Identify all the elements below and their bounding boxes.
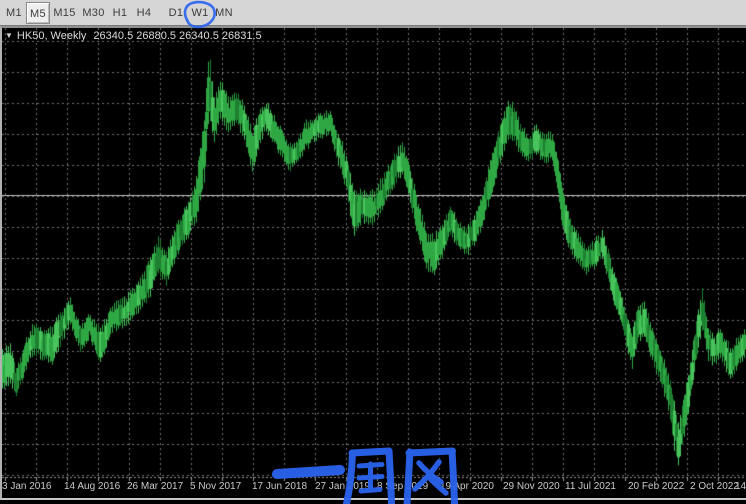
- timeframe-button-m1[interactable]: M1: [2, 2, 26, 24]
- candles-canvas[interactable]: [2, 28, 746, 498]
- x-axis-label: 26 Mar 2017: [127, 481, 183, 492]
- timeframe-button-m15[interactable]: M15: [50, 2, 79, 24]
- x-axis-label: 20 Feb 2022: [628, 481, 684, 492]
- timeframe-button-mn[interactable]: MN: [212, 2, 236, 24]
- x-axis: 3 Jan 2016 14 Aug 2016 26 Mar 2017 5 Nov 20…: [2, 480, 746, 496]
- timeframe-button-h4[interactable]: H4: [132, 2, 156, 24]
- x-axis-label: 29 Nov 2020: [503, 481, 560, 492]
- timeframe-button-h1[interactable]: H1: [108, 2, 132, 24]
- x-axis-label: 19 Apr 2020: [440, 481, 494, 492]
- x-axis-label: 11 Jul 2021: [565, 481, 616, 492]
- app-root: M1M5M15M30H1H4 D1W1MN ▼ HK50, Weekly 26340.…: [0, 0, 746, 504]
- timeframe-toolbar: M1M5M15M30H1H4 D1W1MN: [0, 0, 746, 26]
- timeframe-button-m5[interactable]: M5: [26, 2, 50, 24]
- timeframe-button-d1[interactable]: D1: [164, 2, 188, 24]
- x-axis-label: 2 Oct 2022: [690, 481, 739, 492]
- chart-dropdown-icon: ▼: [5, 31, 13, 40]
- x-axis-label: 27 Jan 2019: [315, 481, 370, 492]
- chart-ohlc-values: 26340.5 26880.5 26340.5 26831.5: [93, 30, 261, 42]
- timeframe-button-m30[interactable]: M30: [79, 2, 108, 24]
- chart-symbol-period: HK50, Weekly: [17, 30, 87, 42]
- x-axis-label: 14 Aug 2016: [64, 481, 120, 492]
- chart-title: ▼ HK50, Weekly 26340.5 26880.5 26340.5 268…: [5, 30, 262, 42]
- x-axis-label: 3 Jan 2016: [2, 481, 52, 492]
- x-axis-label: 8 Sep 2019: [377, 481, 428, 492]
- timeframe-button-w1[interactable]: W1: [188, 2, 212, 24]
- x-axis-label: 17 Jun 2018: [252, 481, 307, 492]
- chart-window: ▼ HK50, Weekly 26340.5 26880.5 26340.5 268…: [0, 26, 746, 500]
- x-axis-label: 5 Nov 2017: [190, 481, 241, 492]
- x-axis-label: 14: [735, 481, 746, 492]
